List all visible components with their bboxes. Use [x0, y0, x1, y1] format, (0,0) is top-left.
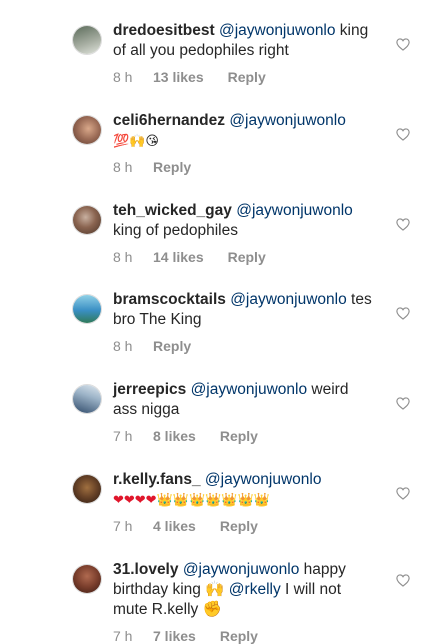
- reply-button[interactable]: Reply: [153, 159, 191, 175]
- reply-button[interactable]: Reply: [228, 69, 266, 85]
- reply-button[interactable]: Reply: [153, 338, 191, 354]
- heart-outline-icon[interactable]: [396, 574, 410, 587]
- comment-body: king of pedophiles: [113, 222, 238, 239]
- comment-meta: 8 h 14 likes Reply: [113, 249, 266, 265]
- heart-outline-icon[interactable]: [396, 397, 410, 410]
- comment-likes[interactable]: 4 likes: [153, 518, 196, 534]
- comment-time: 8 h: [113, 159, 133, 175]
- avatar[interactable]: [72, 205, 102, 235]
- comment-mention[interactable]: @jaywonjuwonlo: [183, 561, 300, 578]
- comment-text: bramscocktails @jaywonjuwonlo tes bro Th…: [113, 290, 375, 330]
- comment-username[interactable]: r.kelly.fans_: [113, 471, 201, 488]
- comment-mention[interactable]: @jaywonjuwonlo: [236, 202, 353, 219]
- comment-text: teh_wicked_gay @jaywonjuwonlo king of pe…: [113, 201, 375, 241]
- comment-text: dredoesitbest @jaywonjuwonlo king of all…: [113, 21, 375, 61]
- comment-mention[interactable]: @jaywonjuwonlo: [219, 22, 336, 39]
- comment-meta: 8 h 13 likes Reply: [113, 69, 266, 85]
- comment-meta: 8 h Reply: [113, 159, 191, 175]
- comment-username[interactable]: 31.lovely: [113, 561, 179, 578]
- comment-meta: 8 h Reply: [113, 338, 191, 354]
- comment-text: celi6hernandez @jaywonjuwonlo 💯🙌😘: [113, 111, 375, 151]
- heart-outline-icon[interactable]: [396, 218, 410, 231]
- avatar[interactable]: [72, 474, 102, 504]
- avatar[interactable]: [72, 115, 102, 145]
- comment-meta: 7 h 8 likes Reply: [113, 428, 258, 444]
- comment-mention[interactable]: @jaywonjuwonlo: [205, 471, 322, 488]
- avatar[interactable]: [72, 564, 102, 594]
- comment-emojis: ❤❤❤❤👑👑👑👑👑👑👑: [113, 491, 270, 507]
- comment-time: 8 h: [113, 69, 133, 85]
- comment-time: 7 h: [113, 428, 133, 444]
- reply-button[interactable]: Reply: [220, 518, 258, 534]
- comment-meta: 7 h 7 likes Reply: [113, 628, 258, 644]
- comment-text: r.kelly.fans_ @jaywonjuwonlo ❤❤❤❤👑👑👑👑👑👑👑: [113, 470, 375, 510]
- comment-meta: 7 h 4 likes Reply: [113, 518, 258, 534]
- comment-likes[interactable]: 7 likes: [153, 628, 196, 644]
- comment-username[interactable]: dredoesitbest: [113, 22, 215, 39]
- comment-likes[interactable]: 13 likes: [153, 69, 204, 85]
- reply-button[interactable]: Reply: [220, 428, 258, 444]
- heart-outline-icon[interactable]: [396, 487, 410, 500]
- comment-mention[interactable]: @jaywonjuwonlo: [229, 112, 346, 129]
- avatar[interactable]: [72, 294, 102, 324]
- comment-text: 31.lovely @jaywonjuwonlo happy birthday …: [113, 560, 375, 620]
- avatar[interactable]: [72, 25, 102, 55]
- comment-username[interactable]: celi6hernandez: [113, 112, 225, 129]
- comment-time: 8 h: [113, 338, 133, 354]
- reply-button[interactable]: Reply: [220, 628, 258, 644]
- comment-mention[interactable]: @jaywonjuwonlo: [230, 291, 347, 308]
- comments-list: dredoesitbest @jaywonjuwonlo king of all…: [0, 0, 427, 644]
- heart-outline-icon[interactable]: [396, 38, 410, 51]
- comment-username[interactable]: jerreepics: [113, 381, 186, 398]
- comment-likes[interactable]: 8 likes: [153, 428, 196, 444]
- comment-username[interactable]: bramscocktails: [113, 291, 226, 308]
- comment-likes[interactable]: 14 likes: [153, 249, 204, 265]
- comment-emojis: 💯🙌😘: [113, 132, 159, 148]
- avatar[interactable]: [72, 384, 102, 414]
- comment-text: jerreepics @jaywonjuwonlo weird ass nigg…: [113, 380, 375, 420]
- comment-mention-2[interactable]: @rkelly: [229, 581, 281, 598]
- heart-outline-icon[interactable]: [396, 307, 410, 320]
- comment-time: 8 h: [113, 249, 133, 265]
- comment-username[interactable]: teh_wicked_gay: [113, 202, 232, 219]
- comment-mention[interactable]: @jaywonjuwonlo: [191, 381, 308, 398]
- reply-button[interactable]: Reply: [228, 249, 266, 265]
- comment-time: 7 h: [113, 518, 133, 534]
- comment-time: 7 h: [113, 628, 133, 644]
- heart-outline-icon[interactable]: [396, 128, 410, 141]
